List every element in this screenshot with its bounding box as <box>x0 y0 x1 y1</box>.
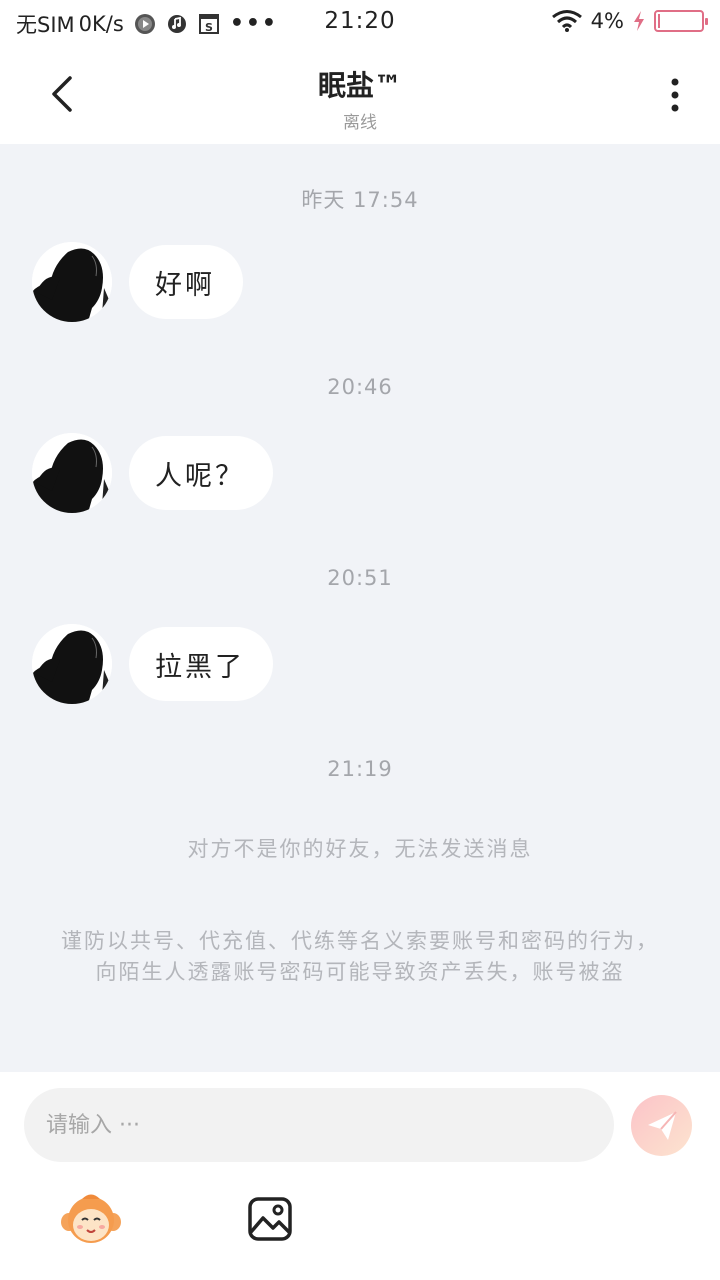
input-bar <box>0 1072 720 1280</box>
message-timestamp: 21:19 <box>327 757 393 781</box>
message-bubble[interactable]: 拉黑了 <box>129 627 273 701</box>
charging-icon <box>632 10 646 32</box>
message-row: 人呢？ <box>32 433 273 513</box>
paper-plane-icon <box>647 1110 677 1140</box>
emoji-button[interactable] <box>60 1192 122 1246</box>
more-options-button[interactable] <box>660 76 690 116</box>
back-button[interactable] <box>42 72 86 116</box>
message-timestamp: 20:46 <box>327 375 393 399</box>
monkey-emoji-icon <box>61 1194 121 1243</box>
status-bar: 无SIM 0K/s S ••• 21:20 4% <box>0 0 720 46</box>
title-block: 眠盐™ 离线 <box>160 64 560 133</box>
message-timestamp: 昨天 17:54 <box>301 188 419 212</box>
status-bar-right: 4% <box>551 9 708 33</box>
contact-name: 眠盐™ <box>317 69 402 102</box>
wifi-icon <box>551 10 583 32</box>
avatar[interactable] <box>32 624 112 704</box>
message-row: 拉黑了 <box>32 624 273 704</box>
vertical-dots-icon <box>671 78 679 112</box>
battery-icon <box>654 10 708 32</box>
avatar[interactable] <box>32 242 112 322</box>
message-bubble[interactable]: 好啊 <box>129 245 243 319</box>
send-button[interactable] <box>631 1095 692 1156</box>
message-timestamp: 20:51 <box>327 566 393 590</box>
chevron-left-icon <box>52 76 72 112</box>
chat-header: 眠盐™ 离线 <box>0 46 720 144</box>
battery-percent: 4% <box>590 9 624 33</box>
message-bubble[interactable]: 人呢？ <box>129 436 273 510</box>
avatar[interactable] <box>32 433 112 513</box>
message-row: 好啊 <box>32 242 243 322</box>
not-friend-notice: 对方不是你的好友，无法发送消息 <box>187 837 533 861</box>
online-status: 离线 <box>343 113 377 133</box>
chat-area[interactable]: 昨天 17:54 好啊 20:46 人呢？ 20:51 拉黑了 21:19 对方… <box>0 144 720 1072</box>
image-icon <box>248 1197 292 1241</box>
security-warning: 谨防以共号、代充值、代练等名义索要账号和密码的行为，向陌生人透露账号密码可能导致… <box>61 929 659 984</box>
message-input[interactable] <box>24 1088 614 1162</box>
image-picker-button[interactable] <box>247 1196 293 1242</box>
